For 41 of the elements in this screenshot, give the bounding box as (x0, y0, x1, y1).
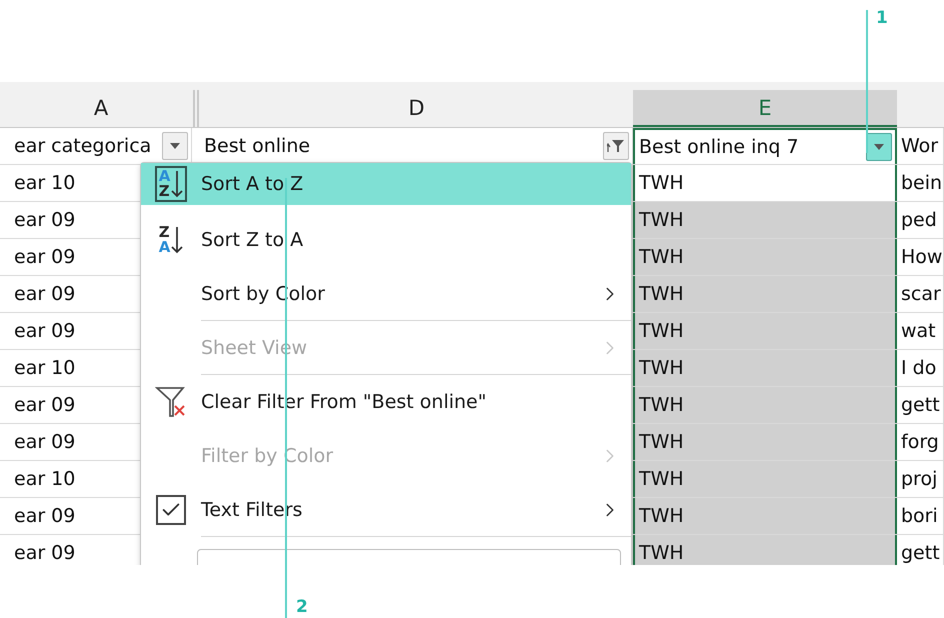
table-cell: TWH (633, 350, 897, 386)
menu-item[interactable]: A Z Sort A to Z (141, 163, 631, 205)
table-cell: wat (897, 313, 944, 349)
table-cell: bein (897, 165, 944, 201)
column-title: Best online (204, 135, 310, 157)
table-cell: I do (897, 350, 944, 386)
table-cell: TWH (633, 165, 897, 201)
table-cell: proj (897, 461, 944, 497)
table-cell: TWH (633, 276, 897, 312)
column-header[interactable]: A (10, 90, 192, 127)
callout-number: 2 (296, 597, 308, 617)
table-cell: TWH (633, 424, 897, 460)
table-cell: TWH (633, 461, 897, 497)
table-cell: gett (897, 387, 944, 423)
table-cell: How (897, 239, 944, 275)
table-cell: TWH (633, 535, 897, 565)
table-cell: ped (897, 202, 944, 238)
sort-ascending-icon: A Z (154, 166, 188, 202)
table-cell: TWH (633, 498, 897, 534)
column-header[interactable]: E (633, 90, 897, 127)
table-cell: TWH (633, 202, 897, 238)
column-title: Best online inq 7 (639, 136, 799, 158)
filter-dropdown-button[interactable] (162, 132, 188, 160)
filter-applied-button[interactable] (603, 132, 629, 160)
table-cell: forg (897, 424, 944, 460)
clear-filter-icon (155, 386, 187, 418)
column-title: ear categorica (14, 135, 152, 157)
checkbox[interactable] (156, 495, 186, 525)
filter-dropdown-button[interactable] (866, 133, 892, 161)
table-cell: bori (897, 498, 944, 534)
table-cell: scar (897, 276, 944, 312)
caret-icon (170, 143, 180, 149)
table-cell: TWH (633, 387, 897, 423)
caret-icon (874, 144, 884, 150)
funnel-icon (607, 139, 625, 153)
callout-number: 1 (876, 8, 888, 28)
column-title: Wor (901, 135, 938, 157)
table-cell: TWH (633, 313, 897, 349)
table-cell: TWH (633, 239, 897, 275)
table-cell: gett (897, 535, 944, 565)
column-header[interactable]: D (200, 90, 633, 127)
